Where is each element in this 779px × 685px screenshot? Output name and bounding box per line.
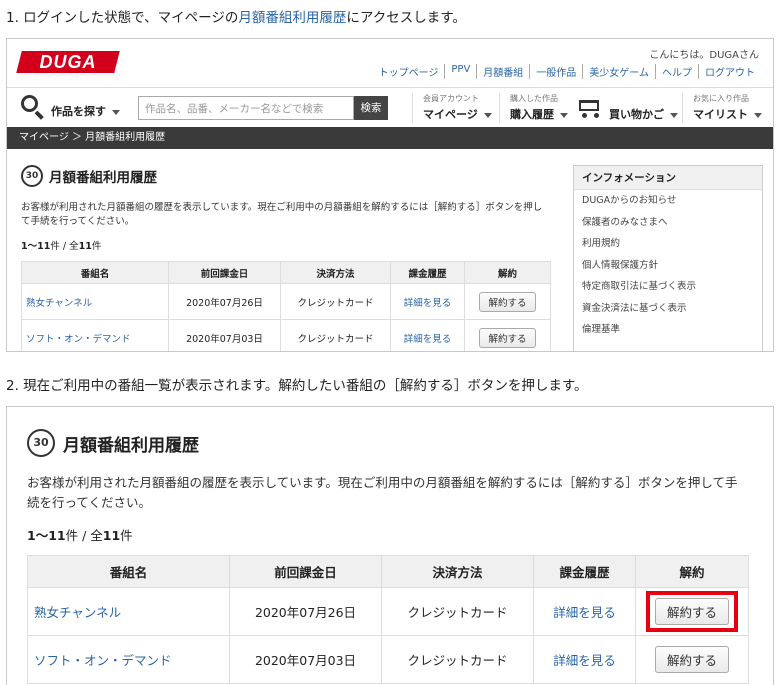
nav-games[interactable]: 美少女ゲーム <box>582 64 655 79</box>
cancel-button[interactable]: 解約する <box>654 646 729 673</box>
program-link[interactable]: ソフト・オン・デマンド <box>34 653 172 668</box>
search-icon <box>21 95 44 120</box>
search-button[interactable]: 検索 <box>354 96 388 120</box>
find-works-dropdown[interactable]: 作品を探す <box>51 103 120 119</box>
cancel-button[interactable]: 解約する <box>479 291 536 312</box>
breadcrumb[interactable]: マイページ ＞ 月額番組利用履歴 <box>7 127 773 149</box>
page-title: 30 月額番組利用履歴 <box>27 429 199 457</box>
step-2-caption: 2. 現在ご利用中の番組一覧が表示されます。解約したい番組の［解約する］ボタンを… <box>6 378 588 394</box>
detail-link[interactable]: 詳細を見る <box>553 605 616 620</box>
table-header: 番組名 前回課金日 決済方法 課金履歴 解約 <box>27 555 749 588</box>
screenshot-mypage: DUGA こんにちは。DUGAさん トップページ PPV 月額番組 一般作品 美… <box>6 38 774 352</box>
payment-method: クレジットカード <box>381 587 534 636</box>
thirty-days-icon: 30 <box>21 165 43 187</box>
information-title: インフォメーション <box>574 166 762 190</box>
info-item[interactable]: 倫理基準 <box>574 319 762 341</box>
col-cancel: 解約 <box>464 261 551 284</box>
detail-link[interactable]: 詳細を見る <box>404 334 452 345</box>
payment-method: クレジットカード <box>381 635 534 684</box>
highlight-box: 解約する <box>645 591 738 632</box>
col-cancel: 解約 <box>635 555 749 588</box>
cancel-button[interactable]: 解約する <box>479 327 536 348</box>
col-payment: 決済方法 <box>280 261 391 284</box>
col-last-billing: 前回課金日 <box>168 261 281 284</box>
screenshot-history-zoomed: 30 月額番組利用履歴 お客様が利用された月額番組の履歴を表示しています。現在ご… <box>6 406 774 685</box>
info-item[interactable]: 特定商取引法に基づく表示 <box>574 276 762 298</box>
program-link[interactable]: 熟女チャンネル <box>34 605 121 620</box>
chevron-down-icon <box>112 109 120 115</box>
nav-logout[interactable]: ログアウト <box>698 64 761 79</box>
step-1-suffix: にアクセスします。 <box>346 10 466 26</box>
mylist-menu[interactable]: お気に入り作品 マイリスト <box>682 93 762 123</box>
col-payment: 決済方法 <box>381 555 534 588</box>
info-item[interactable]: 資金決済法に基づく表示 <box>574 298 762 320</box>
table-row: ソフト・オン・デマンド 2020年07月03日 クレジットカード 詳細を見る 解… <box>21 319 551 351</box>
search-bar: 作品を探す 作品名、品番、メーカー名などで検索 検索 会員アカウント マイページ… <box>7 87 773 127</box>
page-title: 30 月額番組利用履歴 <box>21 165 157 187</box>
col-last-billing: 前回課金日 <box>229 555 382 588</box>
site-header: DUGA こんにちは。DUGAさん トップページ PPV 月額番組 一般作品 美… <box>7 39 773 87</box>
billing-date: 2020年07月03日 <box>229 635 382 684</box>
duga-logo[interactable]: DUGA <box>16 51 120 73</box>
program-link[interactable]: 熟女チャンネル <box>26 298 92 309</box>
table-row: ソフト・オン・デマンド 2020年07月03日 クレジットカード 詳細を見る 解… <box>27 635 749 684</box>
step-1-prefix: 1. ログインした状態で、マイページの <box>6 10 239 26</box>
billing-date: 2020年07月26日 <box>168 283 281 320</box>
info-item[interactable]: DUGAからのお知らせ <box>574 190 762 212</box>
col-program-name: 番組名 <box>21 261 169 284</box>
detail-link[interactable]: 詳細を見る <box>404 298 452 309</box>
info-item[interactable]: 個人情報保護方針 <box>574 255 762 277</box>
greeting-text: こんにちは。DUGAさん <box>649 50 759 61</box>
page-description: お客様が利用された月額番組の履歴を表示しています。現在ご利用中の月額番組を解約す… <box>21 202 543 227</box>
information-panel: インフォメーション DUGAからのお知らせ 保護者のみなさまへ 利用規約 個人情… <box>573 165 763 351</box>
cancel-button[interactable]: 解約する <box>654 598 729 625</box>
nav-help[interactable]: ヘルプ <box>655 64 698 79</box>
table-header: 番組名 前回課金日 決済方法 課金履歴 解約 <box>21 261 551 284</box>
search-input[interactable]: 作品名、品番、メーカー名などで検索 <box>138 96 354 120</box>
step-1-caption: 1. ログインした状態で、マイページの月額番組利用履歴にアクセスします。 <box>6 6 466 26</box>
billing-date: 2020年07月03日 <box>168 319 281 351</box>
page-description: お客様が利用された月額番組の履歴を表示しています。現在ご利用中の月額番組を解約す… <box>27 475 738 510</box>
cart-menu[interactable]: 買い物かご <box>609 104 678 122</box>
purchase-history-menu[interactable]: 購入した作品 購入履歴 <box>499 93 568 123</box>
chevron-down-icon <box>483 112 492 118</box>
result-count: 1〜11件 / 全11件 <box>21 241 102 252</box>
thirty-days-icon: 30 <box>27 429 55 457</box>
table-row: 熟女チャンネル 2020年07月26日 クレジットカード 詳細を見る 解約する <box>21 283 551 320</box>
info-item[interactable]: 保護者のみなさまへ <box>574 212 762 234</box>
history-table: 番組名 前回課金日 決済方法 課金履歴 解約 熟女チャンネル 2020年07月2… <box>21 261 551 351</box>
cart-icon[interactable] <box>575 96 605 120</box>
nav-general[interactable]: 一般作品 <box>529 64 582 79</box>
nav-top-page[interactable]: トップページ <box>373 64 445 79</box>
account-menu[interactable]: 会員アカウント マイページ <box>412 93 492 123</box>
payment-method: クレジットカード <box>280 283 391 320</box>
col-billing-history: 課金履歴 <box>533 555 636 588</box>
col-program-name: 番組名 <box>27 555 230 588</box>
top-nav: トップページ PPV 月額番組 一般作品 美少女ゲーム ヘルプ ログアウト <box>373 64 761 79</box>
table-row: 熟女チャンネル 2020年07月26日 クレジットカード 詳細を見る 解約する <box>27 587 749 636</box>
chevron-down-icon <box>560 112 568 118</box>
chevron-down-icon <box>754 112 762 118</box>
payment-method: クレジットカード <box>280 319 391 351</box>
step-1-link[interactable]: 月額番組利用履歴 <box>238 10 346 26</box>
result-count: 1〜11件 / 全11件 <box>27 528 133 543</box>
chevron-down-icon <box>670 112 678 118</box>
nav-monthly[interactable]: 月額番組 <box>476 64 529 79</box>
history-table: 番組名 前回課金日 決済方法 課金履歴 解約 熟女チャンネル 2020年07月2… <box>27 555 749 684</box>
col-billing-history: 課金履歴 <box>390 261 465 284</box>
detail-link[interactable]: 詳細を見る <box>553 653 616 668</box>
program-link[interactable]: ソフト・オン・デマンド <box>26 334 131 345</box>
nav-ppv[interactable]: PPV <box>444 64 476 79</box>
billing-date: 2020年07月26日 <box>229 587 382 636</box>
info-item[interactable]: 利用規約 <box>574 233 762 255</box>
